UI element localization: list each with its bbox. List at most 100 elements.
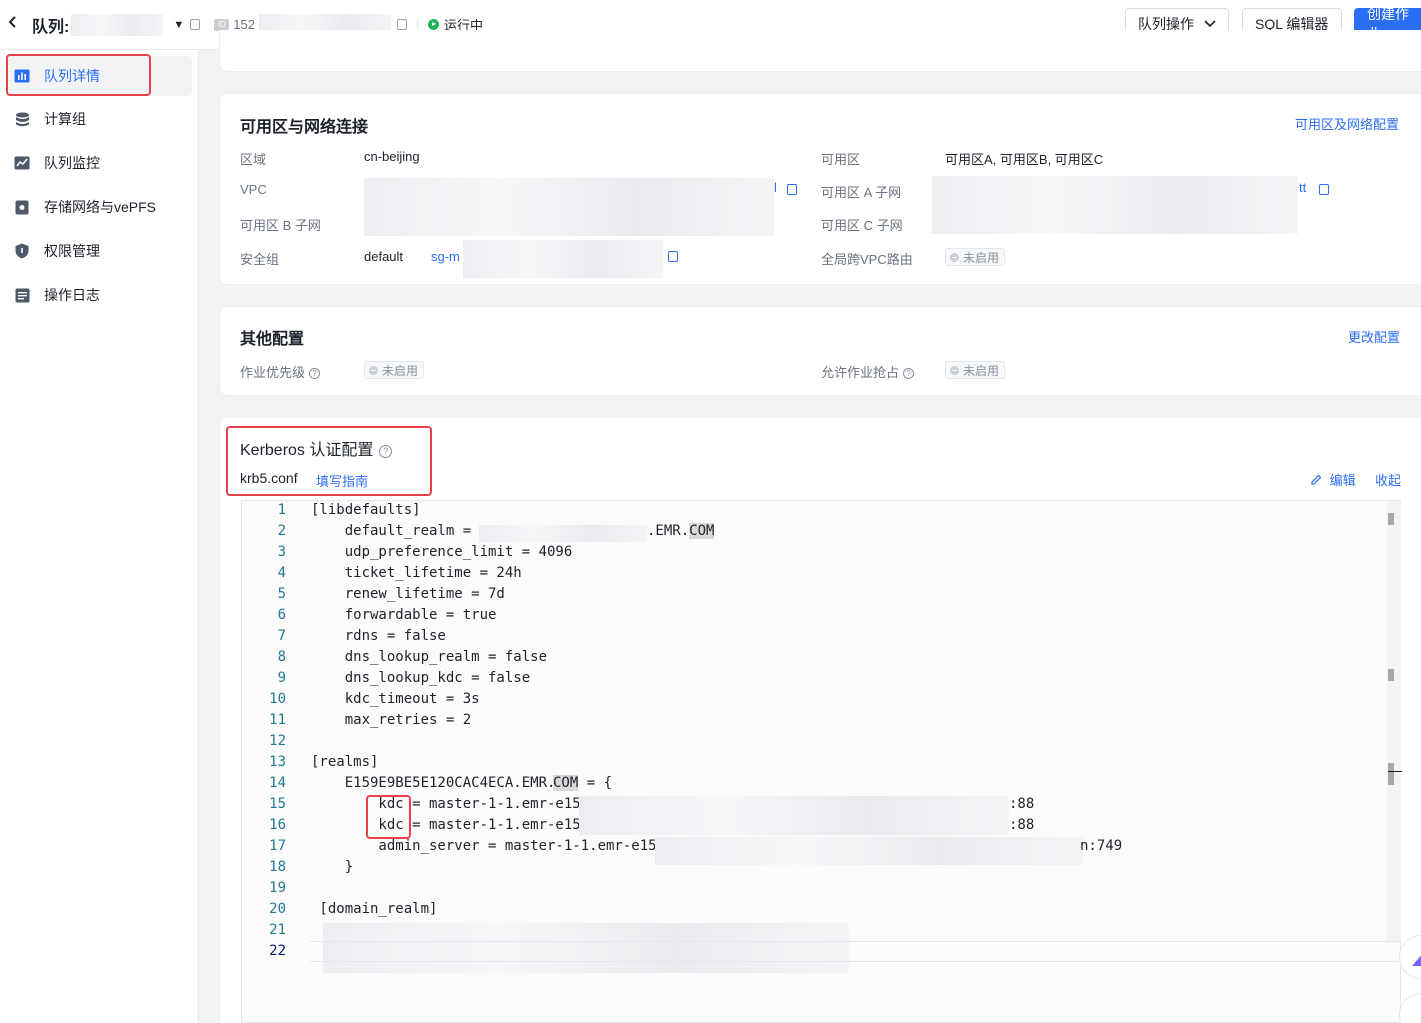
copy-sg-icon[interactable] [668,251,678,262]
realm-redacted [479,525,647,542]
other-config-card: 其他配置 更改配置 作业优先级? 未启用 允许作业抢占? 未启用 [219,306,1421,396]
admin-server-redacted [655,837,1083,865]
sidebar-item-label: 存储网络与vePFS [44,199,157,215]
storage-icon [14,199,30,215]
code-line: [domain_realm] [311,901,438,917]
change-config-link[interactable]: 更改配置 [1348,327,1400,346]
code-line: E159E9BE5E120CAC4ECA.EMR. [311,775,556,791]
scroll-mark [1388,669,1394,681]
line-number: 16 [269,817,286,833]
editor-scrollbar[interactable] [1387,501,1402,941]
code-line: udp_preference_limit = 4096 [311,544,573,560]
disabled-icon [950,252,959,262]
network-config-link[interactable]: 可用区及网络配置 [1295,114,1399,133]
log-icon [14,287,30,303]
sidebar-item-operation-log[interactable]: 操作日志 [6,275,192,315]
code-line: admin_server = master-1-1.emr-e15 [311,838,657,854]
job-preempt-value: 未启用 [963,363,1000,378]
id-icon: ID [214,18,230,31]
subnet-a-label: 可用区 A 子网 [821,185,902,200]
queue-label: 队列: [32,18,70,36]
kdc2-redacted [579,811,1009,835]
line-number: 4 [277,565,286,581]
job-priority-text: 作业优先级 [240,365,306,380]
help-icon[interactable]: ? [379,445,393,458]
other-config-title: 其他配置 [240,331,305,348]
database-icon [14,111,30,127]
code-line: max_retries = 2 [311,712,472,728]
krb5-code-editor[interactable]: 1 2 3 4 5 6 7 8 9 10 11 12 13 14 15 16 17 18 19 20 21 22 [lib… [241,500,1402,1023]
sidebar-item-storage-network[interactable]: 存储网络与vePFS [6,187,192,227]
subnet-a-redacted [932,176,1298,234]
previous-card [219,30,1421,72]
line14-tail: COM = { [553,775,612,791]
vpc-tail[interactable]: l [774,180,777,195]
sidebar-item-queue-details[interactable]: 队列详情 [6,56,192,96]
code-line: [realms] [311,754,379,770]
job-preempt-text: 允许作业抢占 [821,365,900,380]
line-number: 9 [277,670,286,686]
network-title: 可用区与网络连接 [240,119,369,136]
job-preempt-tag: 未启用 [945,361,1006,379]
line-number: 8 [277,649,286,665]
sidebar-item-label: 队列监控 [44,155,100,171]
zone-label: 可用区 [821,152,861,167]
code-line: ticket_lifetime = 24h [311,565,522,581]
disabled-icon [950,365,959,375]
sidebar-item-label: 操作日志 [44,287,100,303]
code-line: default_realm = [311,523,480,539]
admin-server-port: n:749 [1080,838,1123,854]
subnet-a-tail[interactable]: tt [1299,180,1306,195]
line-number: 22 [269,943,286,959]
line-number: 2 [277,523,286,539]
line-number: 3 [277,544,286,560]
help-icon[interactable]: ? [309,368,321,379]
line-number: 21 [269,922,286,938]
copy-vpc-icon[interactable] [787,184,797,195]
security-group-id[interactable]: sg-m [431,249,460,264]
copy-id-icon[interactable] [396,19,407,30]
running-icon [427,19,439,30]
back-arrow-icon[interactable] [8,15,22,34]
copy-subnet-a-icon[interactable] [1319,184,1329,195]
kdc1-port: :88 [1009,796,1035,812]
line-number: 10 [269,691,286,707]
network-card: 可用区与网络连接 可用区及网络配置 区域 cn-beijing VPC l 可用… [219,93,1421,285]
line-number: 14 [269,775,286,791]
scroll-mark [1388,763,1394,785]
cursor-mark [1388,771,1402,772]
line-number: 13 [269,754,286,770]
kdc1-redacted [579,796,1009,812]
help-icon[interactable]: ? [903,368,915,379]
bar-chart-icon [14,68,30,84]
disabled-icon [369,365,378,375]
sidebar-item-compute-groups[interactable]: 计算组 [6,99,192,139]
job-priority-tag: 未启用 [364,361,425,379]
copy-icon[interactable] [190,19,201,30]
code-line: dns_lookup_realm = false [311,649,548,665]
collapse-link[interactable]: 收起 [1375,470,1401,489]
caret-down-icon[interactable]: ▼ [173,19,184,31]
sidebar-item-queue-monitor[interactable]: 队列监控 [6,143,192,183]
vpc-label: VPC [240,182,267,197]
code-line: [libdefaults] [311,502,421,518]
line-number: 17 [269,838,286,854]
edit-icon [1311,474,1322,485]
security-group-redacted [463,240,663,278]
security-group-label: 安全组 [240,252,280,267]
subnet-c-label: 可用区 C 子网 [821,218,903,233]
kerberos-title-text: Kerberos 认证配置 [240,442,374,459]
subnet-b-label: 可用区 B 子网 [240,218,321,233]
sidebar-item-label: 权限管理 [44,243,100,259]
code-line: kdc_timeout = 3s [311,691,480,707]
security-group-default: default [364,249,404,264]
sidebar-item-permissions[interactable]: 权限管理 [6,231,192,271]
fill-guide-link[interactable]: 填写指南 [316,471,368,490]
realm-com: COM [689,523,715,539]
cross-vpc-label: 全局跨VPC路由 [821,252,913,267]
monitor-chart-icon [14,155,30,171]
edit-link[interactable]: 编辑 [1311,470,1356,489]
line-number: 5 [277,586,286,602]
kdc2-port: :88 [1009,817,1035,833]
vpc-redacted [364,178,774,236]
